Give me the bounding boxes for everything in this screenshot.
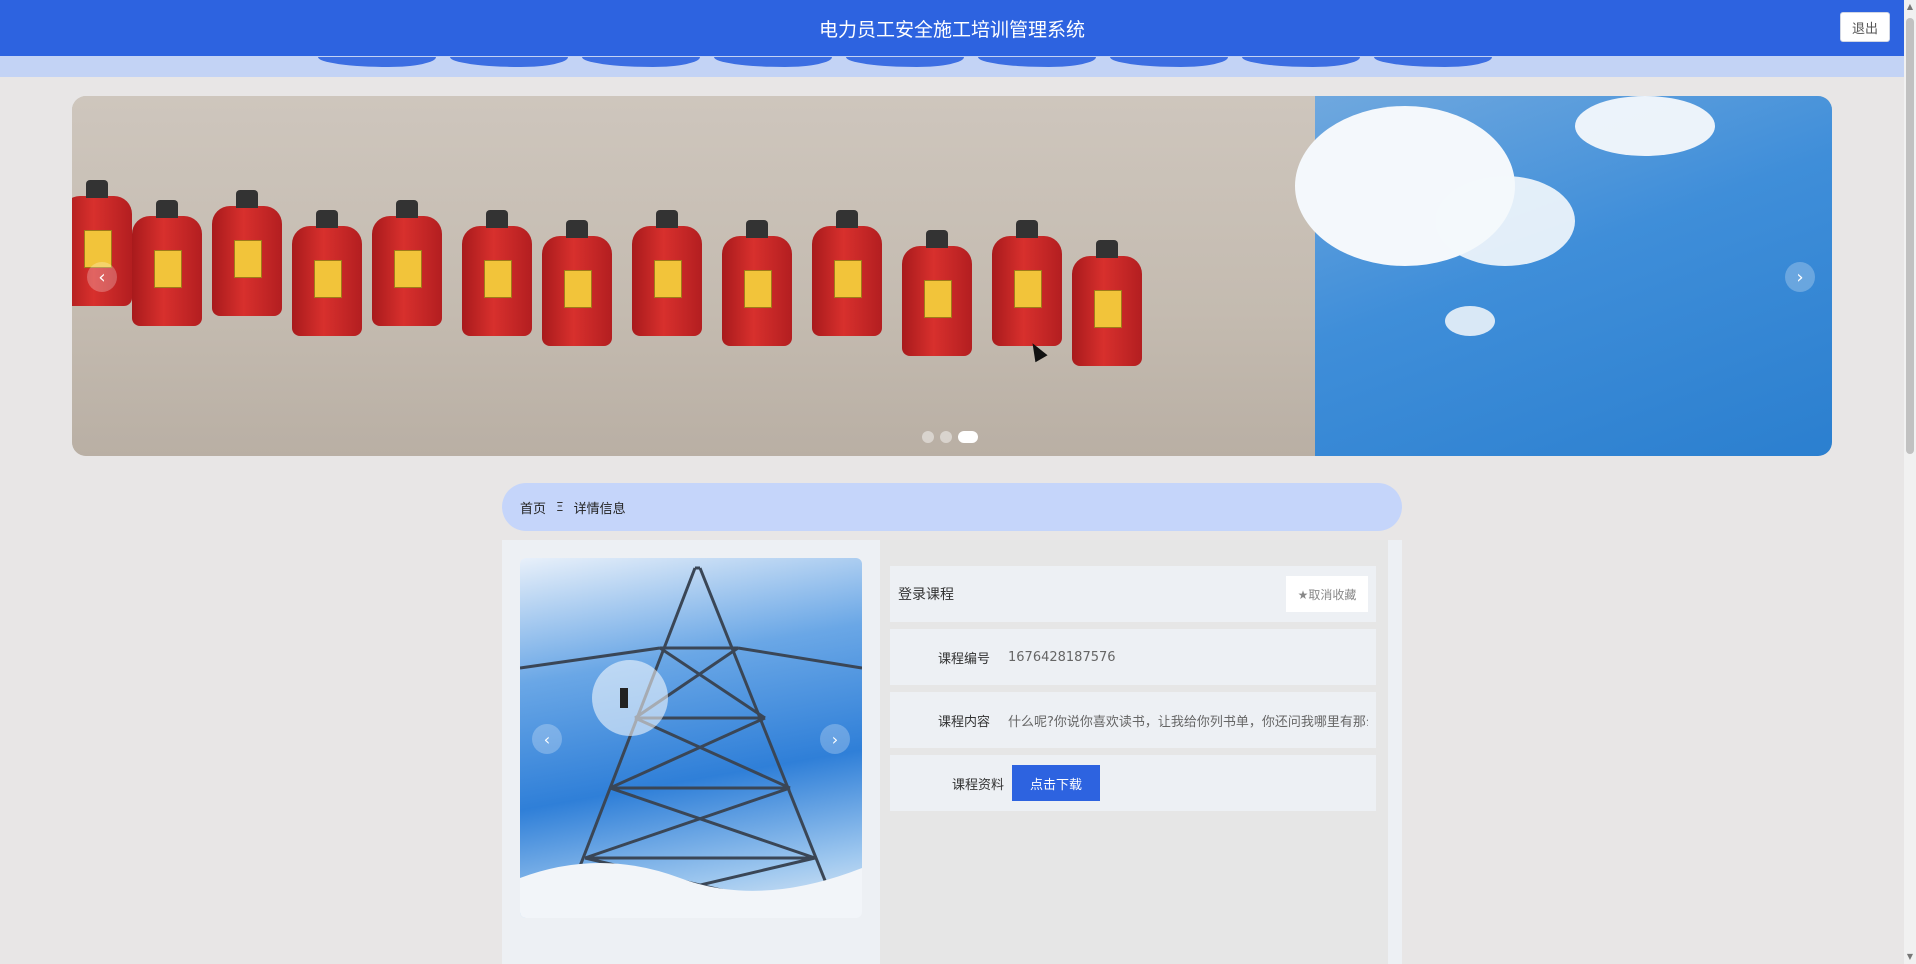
course-content-label: 课程内容 bbox=[937, 714, 990, 730]
app-header: 电力员工安全施工培训管理系统 退出 bbox=[0, 0, 1904, 56]
extinguisher-shape bbox=[132, 200, 202, 326]
page-scrollbar[interactable]: ▲ ▼ bbox=[1904, 0, 1916, 964]
cloud-shape bbox=[1575, 96, 1715, 156]
fire-extinguishers-image bbox=[72, 96, 1315, 456]
nav-brush-decoration bbox=[1110, 57, 1228, 67]
app-title: 电力员工安全施工培训管理系统 bbox=[818, 18, 1085, 41]
sky-image bbox=[1295, 96, 1832, 456]
extinguisher-shape bbox=[992, 220, 1062, 346]
detail-panel: ‹ › 登录课程 ★取消收藏 课程编号 1676428187576 课程内容 什… bbox=[502, 540, 1402, 964]
carousel-dot-2[interactable] bbox=[940, 431, 952, 443]
carousel-indicators bbox=[922, 431, 978, 443]
nav-brush-decoration bbox=[978, 57, 1096, 67]
course-material-label: 课程资料 bbox=[951, 777, 1004, 793]
course-title-row: 登录课程 ★取消收藏 bbox=[890, 566, 1376, 622]
course-title: 登录课程 bbox=[898, 587, 954, 603]
scroll-up-icon[interactable]: ▲ bbox=[1905, 2, 1915, 12]
extinguisher-shape bbox=[542, 220, 612, 346]
nav-brush-decoration bbox=[318, 57, 436, 67]
nav-brush-decoration bbox=[450, 57, 568, 67]
nav-brush-decoration bbox=[582, 57, 700, 67]
image-prev-button[interactable]: ‹ bbox=[532, 724, 562, 754]
carousel-dot-3[interactable] bbox=[958, 431, 978, 443]
image-next-button[interactable]: › bbox=[820, 724, 850, 754]
extinguisher-shape bbox=[372, 200, 442, 326]
carousel-next-button[interactable]: › bbox=[1785, 262, 1815, 292]
scroll-thumb[interactable] bbox=[1906, 18, 1914, 454]
course-image-carousel[interactable]: ‹ › bbox=[520, 558, 862, 918]
course-content-row: 课程内容 什么呢?你说你喜欢读书，让我给你列书单，你还问我哪里有那么 bbox=[890, 692, 1376, 748]
course-number-row: 课程编号 1676428187576 bbox=[890, 629, 1376, 685]
banner-carousel[interactable]: ‹ › bbox=[72, 96, 1832, 456]
extinguisher-shape bbox=[462, 210, 532, 336]
unfavorite-button[interactable]: ★取消收藏 bbox=[1286, 576, 1368, 612]
course-number-label: 课程编号 bbox=[937, 651, 990, 667]
nav-brush-decoration bbox=[1242, 57, 1360, 67]
extinguisher-shape bbox=[902, 230, 972, 356]
cloud-shape bbox=[1445, 306, 1495, 336]
course-info-column: 登录课程 ★取消收藏 课程编号 1676428187576 课程内容 什么呢?你… bbox=[880, 540, 1388, 964]
extinguisher-shape bbox=[632, 210, 702, 336]
extinguisher-shape bbox=[212, 190, 282, 316]
breadcrumb-separator-icon: Ξ bbox=[556, 500, 564, 514]
course-content-value: 什么呢?你说你喜欢读书，让我给你列书单，你还问我哪里有那么 bbox=[1008, 714, 1368, 730]
logout-button[interactable]: 退出 bbox=[1840, 12, 1890, 42]
carousel-prev-button[interactable]: ‹ bbox=[87, 262, 117, 292]
breadcrumb-current: 详情信息 bbox=[573, 501, 626, 517]
nav-brush-decoration bbox=[1374, 57, 1492, 67]
scroll-down-icon[interactable]: ▼ bbox=[1905, 952, 1915, 962]
extinguisher-shape bbox=[1072, 240, 1142, 366]
breadcrumb: 首页 Ξ 详情信息 bbox=[502, 483, 1402, 531]
nav-brush-decoration bbox=[846, 57, 964, 67]
extinguisher-shape bbox=[722, 220, 792, 346]
carousel-dot-1[interactable] bbox=[922, 431, 934, 443]
nav-brush-decoration bbox=[714, 57, 832, 67]
course-material-row: 课程资料 点击下载 bbox=[890, 755, 1376, 811]
course-number-value: 1676428187576 bbox=[1008, 649, 1116, 665]
nav-strip bbox=[0, 56, 1904, 77]
download-button[interactable]: 点击下载 bbox=[1012, 765, 1100, 801]
breadcrumb-home[interactable]: 首页 bbox=[520, 498, 546, 517]
extinguisher-shape bbox=[812, 210, 882, 336]
cloud-shape bbox=[1435, 176, 1575, 266]
transmission-tower-illustration bbox=[520, 566, 862, 918]
extinguisher-shape bbox=[292, 210, 362, 336]
